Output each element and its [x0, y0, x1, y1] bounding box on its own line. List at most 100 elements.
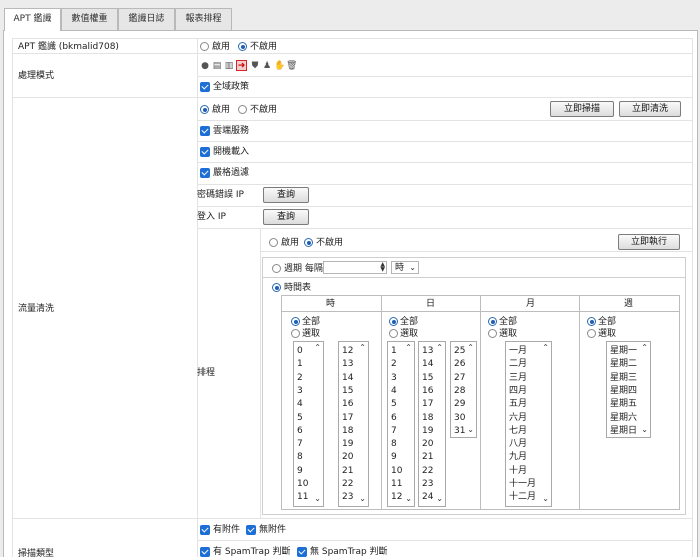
list-option[interactable]: 9: [391, 451, 397, 464]
list-option[interactable]: 23: [422, 478, 433, 491]
list-option[interactable]: 20: [342, 451, 353, 464]
schedule-enable-radio[interactable]: [269, 238, 278, 247]
list-option[interactable]: 5: [297, 412, 303, 425]
list-option[interactable]: 八月: [509, 438, 527, 451]
list-option[interactable]: 31: [454, 425, 465, 437]
list-option[interactable]: 17: [422, 398, 433, 411]
list-option[interactable]: 16: [422, 385, 433, 398]
list-option[interactable]: 12: [342, 345, 353, 358]
chevron-down-icon[interactable]: ⌄: [542, 494, 549, 504]
eye-icon[interactable]: ●: [200, 61, 210, 71]
list-option[interactable]: 9: [297, 465, 303, 478]
list-option[interactable]: 19: [422, 425, 433, 438]
month-select-radio[interactable]: [488, 329, 497, 338]
list-option[interactable]: 星期一: [610, 345, 637, 358]
list-option[interactable]: 十一月: [509, 478, 536, 491]
redirect-icon[interactable]: ➜: [236, 60, 247, 71]
hour-list-b[interactable]: 12 13 14 15 16 17 18 19 20 21 22 23 ⌃ ⌄: [338, 341, 369, 507]
global-policy-checkbox[interactable]: [200, 82, 210, 92]
login-ip-query-button[interactable]: 查詢: [263, 209, 309, 225]
list-option[interactable]: 4: [297, 398, 303, 411]
chevron-up-icon[interactable]: ⌃: [542, 343, 549, 353]
with-attachment-checkbox[interactable]: [200, 525, 210, 535]
list-option[interactable]: 15: [422, 372, 433, 385]
chevron-up-icon[interactable]: ⌃: [405, 343, 412, 353]
list-option[interactable]: 1: [391, 345, 397, 358]
list-option[interactable]: 5: [391, 398, 397, 411]
list-option[interactable]: 18: [422, 412, 433, 425]
list-option[interactable]: 28: [454, 385, 465, 398]
list-option[interactable]: 7: [391, 425, 397, 438]
list-option[interactable]: 五月: [509, 398, 527, 411]
list-option[interactable]: 星期四: [610, 385, 637, 398]
month-list[interactable]: 一月 二月 三月 四月 五月 六月 七月 八月 九月 十月 十一月 十二月 ⌃ ⌄: [505, 341, 552, 507]
tab-weight[interactable]: 數值權重: [61, 8, 118, 30]
chevron-down-icon[interactable]: ⌄: [467, 425, 474, 435]
clean-now-button[interactable]: 立即清洗: [619, 101, 681, 117]
period-value-input[interactable]: ▲ ▼: [323, 261, 387, 274]
list-option[interactable]: 三月: [509, 372, 527, 385]
list-option[interactable]: 19: [342, 438, 353, 451]
shield-icon[interactable]: ⛊: [250, 61, 260, 71]
list-option[interactable]: 10: [391, 465, 402, 478]
list-option[interactable]: 17: [342, 412, 353, 425]
document-icon[interactable]: ▤: [212, 61, 222, 71]
period-radio[interactable]: [272, 264, 281, 273]
with-spamtrap-checkbox[interactable]: [200, 547, 210, 557]
list-option[interactable]: 2: [297, 372, 303, 385]
day-list-b[interactable]: 13 14 15 16 17 18 19 20 21 22 23 24 ⌃ ⌄: [418, 341, 446, 507]
no-attachment-checkbox[interactable]: [246, 525, 256, 535]
run-now-button[interactable]: 立即執行: [618, 234, 680, 250]
pwd-err-ip-query-button[interactable]: 查詢: [263, 187, 309, 203]
week-select-radio[interactable]: [587, 329, 596, 338]
list-option[interactable]: 星期五: [610, 398, 637, 411]
chevron-up-icon[interactable]: ⌃: [641, 343, 648, 353]
apt-enable-radio[interactable]: [200, 42, 209, 51]
scan-now-button[interactable]: 立即掃描: [550, 101, 614, 117]
list-option[interactable]: 25: [454, 345, 465, 358]
list-option[interactable]: 十月: [509, 465, 527, 478]
flow-disable-radio[interactable]: [238, 105, 247, 114]
timetable-radio[interactable]: [272, 283, 281, 292]
list-option[interactable]: 24: [422, 491, 433, 504]
month-all-radio[interactable]: [488, 317, 497, 326]
list-option[interactable]: 0: [297, 345, 303, 358]
chevron-down-icon[interactable]: ⌄: [314, 494, 321, 504]
hand-icon[interactable]: ✋: [274, 61, 285, 71]
trash-icon[interactable]: 🗑: [286, 61, 297, 71]
tab-apt[interactable]: APT 鑑識: [4, 8, 61, 31]
list-option[interactable]: 3: [391, 372, 397, 385]
chevron-up-icon[interactable]: ⌃: [314, 343, 321, 353]
schedule-disable-radio[interactable]: [304, 238, 313, 247]
list-option[interactable]: 6: [391, 412, 397, 425]
list-option[interactable]: 4: [391, 385, 397, 398]
list-option[interactable]: 15: [342, 385, 353, 398]
list-option[interactable]: 22: [342, 478, 353, 491]
boot-load-checkbox[interactable]: [200, 147, 210, 157]
table-icon[interactable]: ▥: [224, 61, 234, 71]
chevron-down-icon[interactable]: ⌄: [436, 494, 443, 504]
list-option[interactable]: 星期日: [610, 425, 637, 437]
list-option[interactable]: 九月: [509, 451, 527, 464]
list-option[interactable]: 14: [422, 358, 433, 371]
list-option[interactable]: 21: [422, 451, 433, 464]
list-option[interactable]: 20: [422, 438, 433, 451]
chevron-up-icon[interactable]: ⌃: [359, 343, 366, 353]
user-icon[interactable]: ♟: [262, 61, 272, 71]
hour-select-radio[interactable]: [291, 329, 300, 338]
chevron-down-icon[interactable]: ⌄: [359, 494, 366, 504]
chevron-up-icon[interactable]: ⌃: [436, 343, 443, 353]
list-option[interactable]: 27: [454, 372, 465, 385]
week-all-radio[interactable]: [587, 317, 596, 326]
list-option[interactable]: 21: [342, 465, 353, 478]
list-option[interactable]: 星期六: [610, 412, 637, 425]
hour-all-radio[interactable]: [291, 317, 300, 326]
list-option[interactable]: 13: [342, 358, 353, 371]
tab-report[interactable]: 報表排程: [175, 8, 232, 30]
list-option[interactable]: 26: [454, 358, 465, 371]
list-option[interactable]: 七月: [509, 425, 527, 438]
period-unit-select[interactable]: 時 ⌄: [391, 261, 419, 274]
list-option[interactable]: 二月: [509, 358, 527, 371]
day-list-a[interactable]: 1 2 3 4 5 6 7 8 9 10 11 12 ⌃ ⌄: [387, 341, 415, 507]
list-option[interactable]: 29: [454, 398, 465, 411]
